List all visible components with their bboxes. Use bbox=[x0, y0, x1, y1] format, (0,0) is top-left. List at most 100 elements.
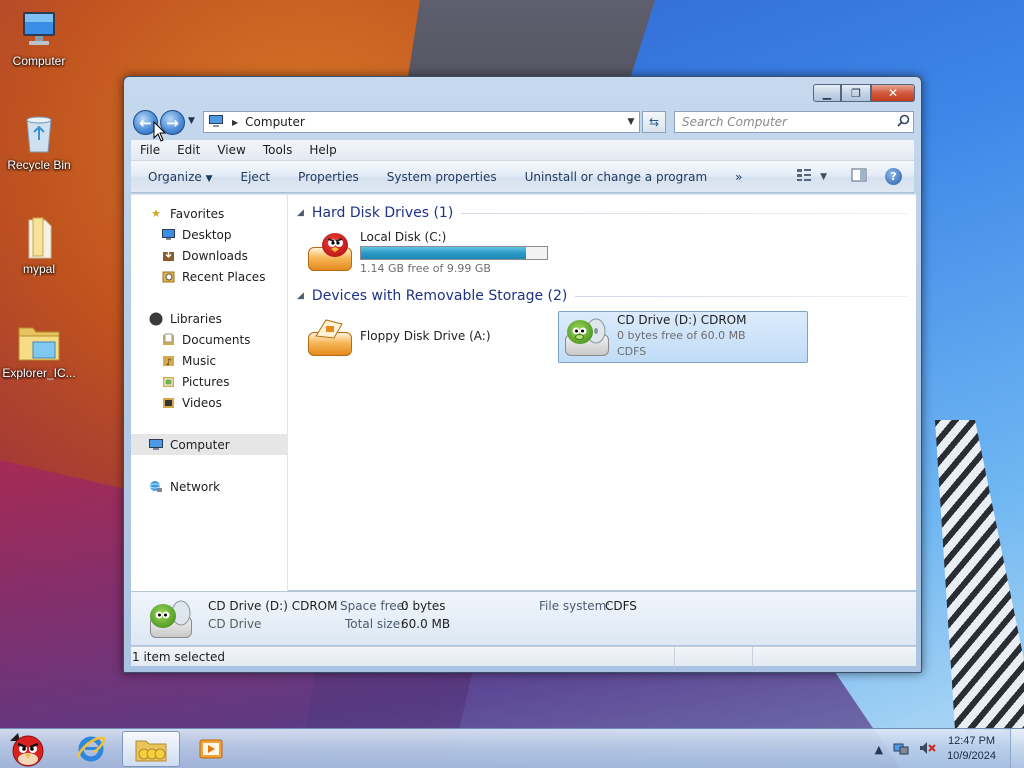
volume-muted-icon[interactable] bbox=[919, 741, 937, 758]
desktop-icon-label: Recycle Bin bbox=[7, 158, 71, 172]
folder-icon bbox=[17, 216, 61, 260]
nav-videos[interactable]: Videos bbox=[131, 392, 288, 413]
taskbar-internet-explorer[interactable] bbox=[62, 731, 120, 767]
desktop-icon-mypal[interactable]: mypal bbox=[0, 216, 78, 276]
details-total-size-label: Total size: bbox=[345, 617, 405, 631]
chevron-up-icon: ▲ bbox=[874, 742, 884, 756]
cd-drive-icon bbox=[563, 314, 613, 358]
nav-network[interactable]: Network bbox=[131, 476, 288, 497]
nav-favorites[interactable]: ★ Favorites bbox=[131, 203, 288, 224]
address-history-dropdown[interactable]: ▼ bbox=[623, 117, 639, 127]
properties-button[interactable]: Properties bbox=[284, 170, 373, 184]
minimize-button[interactable]: ▁ bbox=[813, 84, 841, 102]
group-title: Devices with Removable Storage (2) bbox=[311, 288, 568, 304]
details-space-free-label: Space free: bbox=[340, 599, 409, 613]
videos-icon bbox=[161, 396, 175, 410]
details-fs: CDFS bbox=[605, 599, 637, 613]
drive-floppy-a[interactable]: Floppy Disk Drive (A:) bbox=[306, 312, 546, 364]
nav-recent-places[interactable]: Recent Places bbox=[131, 266, 288, 287]
collapse-triangle-icon: ◢ bbox=[297, 291, 304, 301]
show-hidden-icons-button[interactable]: ▲ bbox=[875, 743, 883, 756]
search-icon[interactable] bbox=[893, 114, 913, 130]
restore-icon: ❐ bbox=[851, 86, 861, 100]
music-icon: ♪ bbox=[161, 354, 175, 368]
star-icon: ★ bbox=[151, 207, 161, 220]
start-button[interactable] bbox=[4, 729, 52, 768]
show-desktop-button[interactable] bbox=[1010, 729, 1024, 768]
details-total-size: 60.0 MB bbox=[401, 617, 451, 631]
network-icon bbox=[149, 480, 163, 494]
taskbar-media-player[interactable] bbox=[182, 731, 240, 767]
recent-places-icon bbox=[161, 270, 175, 284]
nav-documents[interactable]: Documents bbox=[131, 329, 288, 350]
drive-name: Local Disk (C:) bbox=[360, 230, 447, 244]
recent-pages-dropdown[interactable]: ▼ bbox=[188, 116, 195, 126]
view-dropdown-button[interactable]: ▼ bbox=[820, 172, 827, 182]
help-button[interactable]: ? bbox=[885, 168, 902, 185]
group-divider bbox=[461, 212, 909, 214]
drive-local-disk-c[interactable]: Local Disk (C:) 1.14 GB free of 9.99 GB bbox=[306, 229, 566, 281]
nav-desktop[interactable]: Desktop bbox=[131, 224, 288, 245]
status-segment bbox=[752, 646, 916, 667]
menu-view[interactable]: View bbox=[208, 143, 253, 157]
view-controls: ▼ ? bbox=[782, 168, 914, 186]
nav-music[interactable]: ♪ Music bbox=[131, 350, 288, 371]
group-removable-storage[interactable]: ◢ Devices with Removable Storage (2) bbox=[297, 285, 909, 307]
nav-pictures[interactable]: Pictures bbox=[131, 371, 288, 392]
taskbar-windows-explorer[interactable] bbox=[122, 731, 180, 767]
desktop-icon-explorer[interactable]: Explorer_IC... bbox=[0, 320, 78, 380]
desktop-icon-computer[interactable]: Computer bbox=[0, 8, 78, 68]
command-bar: Organize ▼ Eject Properties System prope… bbox=[131, 161, 914, 193]
nav-computer[interactable]: Computer bbox=[131, 434, 288, 455]
group-hard-disk-drives[interactable]: ◢ Hard Disk Drives (1) bbox=[297, 202, 909, 224]
menu-bar: File Edit View Tools Help bbox=[131, 140, 914, 161]
hard-drive-icon bbox=[306, 231, 356, 275]
explorer-window[interactable]: ▁ ❐ ✕ ← → ▼ ▶ Computer ▼ ⇆ Search Comput… bbox=[123, 76, 922, 673]
computer-icon bbox=[17, 8, 61, 52]
nav-label: Network bbox=[170, 479, 221, 494]
navigation-pane: ★ Favorites Desktop Downloads Recent Pla… bbox=[131, 195, 288, 591]
more-commands-button[interactable]: » bbox=[721, 170, 756, 184]
organize-label: Organize bbox=[148, 169, 202, 184]
windows-explorer-icon bbox=[135, 740, 167, 762]
drive-free-space: 1.14 GB free of 9.99 GB bbox=[360, 262, 491, 275]
desktop-icon-recycle-bin[interactable]: Recycle Bin bbox=[0, 112, 78, 172]
address-bar[interactable]: ▶ Computer ▼ bbox=[203, 111, 640, 133]
nav-libraries[interactable]: Libraries bbox=[131, 308, 288, 329]
details-fs-label: File system: bbox=[539, 599, 611, 613]
group-divider bbox=[575, 295, 909, 297]
menu-help[interactable]: Help bbox=[300, 143, 344, 157]
menu-tools[interactable]: Tools bbox=[254, 143, 301, 157]
search-input[interactable] bbox=[675, 115, 893, 129]
change-view-button[interactable] bbox=[796, 168, 812, 186]
help-icon: ? bbox=[890, 170, 897, 183]
cd-drive-icon bbox=[148, 596, 194, 640]
search-box[interactable] bbox=[674, 111, 914, 133]
organize-button[interactable]: Organize ▼ bbox=[131, 170, 227, 184]
network-status-icon[interactable] bbox=[893, 741, 909, 758]
uninstall-program-button[interactable]: Uninstall or change a program bbox=[511, 170, 722, 184]
close-button[interactable]: ✕ bbox=[871, 84, 915, 102]
nav-downloads[interactable]: Downloads bbox=[131, 245, 288, 266]
nav-label: Videos bbox=[182, 395, 222, 410]
close-icon: ✕ bbox=[887, 86, 899, 100]
nav-label: Documents bbox=[182, 332, 251, 347]
start-orb-icon bbox=[10, 733, 44, 767]
drives-view: ◢ Hard Disk Drives (1) Local Disk (C:) 1… bbox=[289, 195, 916, 591]
downloads-icon bbox=[161, 249, 175, 263]
menu-edit[interactable]: Edit bbox=[168, 143, 208, 157]
system-properties-button[interactable]: System properties bbox=[373, 170, 511, 184]
drive-cd-d[interactable]: CD Drive (D:) CDROM 0 bytes free of 60.0… bbox=[558, 311, 808, 363]
clock[interactable]: 12:47 PM 10/9/2024 bbox=[947, 734, 996, 764]
maximize-button[interactable]: ❐ bbox=[841, 84, 871, 102]
preview-pane-button[interactable] bbox=[851, 168, 867, 186]
breadcrumb-chevron-icon[interactable]: ▶ bbox=[232, 118, 238, 127]
breadcrumb-computer[interactable]: Computer bbox=[245, 115, 623, 129]
menu-file[interactable]: File bbox=[131, 143, 168, 157]
eject-button[interactable]: Eject bbox=[227, 170, 285, 184]
preview-pane-icon bbox=[851, 168, 867, 181]
status-text: 1 item selected bbox=[132, 649, 226, 664]
refresh-button[interactable]: ⇆ bbox=[642, 111, 666, 133]
nav-label: Favorites bbox=[170, 206, 225, 221]
status-segment bbox=[674, 646, 752, 667]
